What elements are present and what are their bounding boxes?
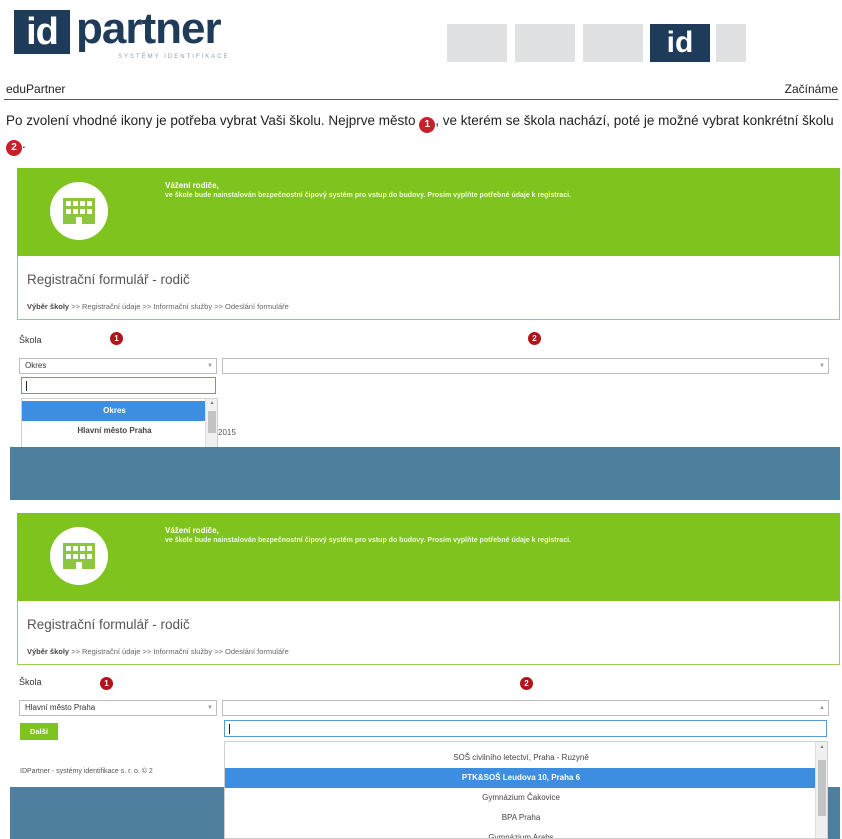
header-tile bbox=[716, 24, 746, 62]
header-tile bbox=[447, 24, 507, 62]
school-dropdown-list: SOŠ civilního letectví, Praha - Ruzyně PT… bbox=[224, 741, 828, 839]
okres-search-input[interactable] bbox=[21, 377, 216, 394]
logo-subtitle: SYSTÉMY IDENTIFIKACE bbox=[118, 54, 230, 60]
text-cursor bbox=[26, 381, 27, 391]
dropdown-option[interactable]: SOŠ civilního letectví, Praha - Ruzyně bbox=[225, 748, 817, 768]
footer-copyright: IDPartner - systémy identifikace s. r. o… bbox=[20, 768, 153, 775]
step-1-marker: 1 bbox=[419, 117, 436, 133]
dropdown-option[interactable]: Gymnázium Čakovice bbox=[225, 788, 817, 808]
skola-label: Škola bbox=[19, 677, 42, 687]
banner-message: ve škole bude nainstalován bezpečnostní … bbox=[165, 192, 571, 199]
school-options: SOŠ civilního letectví, Praha - Ruzyně PT… bbox=[225, 742, 817, 838]
school-building-icon bbox=[50, 182, 108, 240]
school-select[interactable]: ▼ bbox=[222, 358, 829, 374]
scroll-up-icon[interactable]: ▲ bbox=[206, 400, 217, 406]
current-step: Výběr školy bbox=[27, 302, 70, 311]
form-steps-breadcrumb: Výběr školy >> Registrační údaje >> Info… bbox=[27, 302, 289, 311]
current-step: Výběr školy bbox=[27, 647, 70, 656]
okres-select-value: Okres bbox=[25, 361, 47, 370]
document-header-right: Začínáme bbox=[784, 82, 838, 96]
okres-select[interactable]: Okres ▼ bbox=[19, 358, 217, 374]
document-header-left: eduPartner bbox=[6, 82, 66, 96]
scrollbar-thumb[interactable] bbox=[818, 760, 826, 816]
banner-message: ve škole bude nainstalován bezpečnostní … bbox=[165, 537, 571, 544]
dropdown-option[interactable]: Okres bbox=[22, 401, 207, 421]
okres-select-value: Hlavní město Praha bbox=[25, 703, 96, 712]
chevron-up-icon: ▲ bbox=[819, 705, 825, 711]
chevron-down-icon: ▼ bbox=[819, 363, 825, 369]
form-header-box: Registrační formulář - rodič Výběr školy… bbox=[17, 601, 840, 665]
dropdown-option[interactable]: BPA Praha bbox=[225, 808, 817, 828]
header-divider bbox=[4, 99, 838, 100]
logo-wordmark: partner bbox=[76, 4, 222, 53]
header-tile bbox=[515, 24, 575, 62]
intro-text: Po zvolení vhodné ikony je potřeba vybra… bbox=[6, 113, 420, 128]
intro-text: . bbox=[22, 136, 26, 151]
chevron-down-icon: ▼ bbox=[207, 705, 213, 711]
scroll-up-icon[interactable]: ▲ bbox=[816, 744, 827, 750]
form-title: Registrační formulář - rodič bbox=[27, 272, 190, 287]
logo-id-mark: id bbox=[14, 10, 70, 54]
banner-greeting: Vážení rodiče, bbox=[165, 181, 219, 190]
remaining-steps: >> Registrační údaje >> Informační služb… bbox=[69, 302, 289, 311]
scrollbar-thumb[interactable] bbox=[208, 411, 216, 433]
screenshot-panel-2: Vážení rodiče, ve škole bude nainstalová… bbox=[10, 513, 840, 839]
banner-greeting: Vážení rodiče, bbox=[165, 526, 219, 535]
text-cursor bbox=[229, 724, 230, 734]
dropdown-scrollbar[interactable]: ▲ bbox=[815, 742, 827, 838]
intro-paragraph: Po zvolení vhodné ikony je potřeba vybra… bbox=[6, 110, 836, 156]
school-select[interactable]: ▲ bbox=[222, 700, 829, 716]
okres-select[interactable]: Hlavní město Praha ▼ bbox=[19, 700, 217, 716]
step-2-badge: 2 bbox=[528, 332, 541, 345]
header-id-tile: id bbox=[650, 24, 710, 62]
school-building-icon bbox=[50, 527, 108, 585]
skola-label: Škola bbox=[19, 335, 42, 345]
welcome-banner: Vážení rodiče, ve škole bude nainstalová… bbox=[17, 168, 840, 256]
step-2-badge: 2 bbox=[520, 677, 533, 690]
next-button[interactable]: Další bbox=[20, 723, 58, 740]
screenshot-panel-1: Vážení rodiče, ve škole bude nainstalová… bbox=[10, 168, 840, 500]
form-header-box: Registrační formulář - rodič Výběr školy… bbox=[17, 256, 840, 320]
dropdown-option[interactable]: PTK&SOŠ Leudova 10, Praha 6 bbox=[225, 768, 817, 788]
form-title: Registrační formulář - rodič bbox=[27, 617, 190, 632]
welcome-banner: Vážení rodiče, ve škole bude nainstalová… bbox=[17, 513, 840, 601]
footer-text-fragment: 2015 bbox=[218, 428, 236, 437]
footer-band bbox=[10, 447, 840, 500]
intro-text: , ve kterém se škola nachází, poté je mo… bbox=[435, 113, 834, 128]
header-tile bbox=[583, 24, 643, 62]
dropdown-option[interactable]: Gymnázium Arabs bbox=[225, 828, 817, 838]
step-2-marker: 2 bbox=[6, 140, 22, 156]
step-1-badge: 1 bbox=[100, 677, 113, 690]
form-steps-breadcrumb: Výběr školy >> Registrační údaje >> Info… bbox=[27, 647, 289, 656]
remaining-steps: >> Registrační údaje >> Informační služb… bbox=[69, 647, 289, 656]
chevron-down-icon: ▼ bbox=[207, 363, 213, 369]
dropdown-option[interactable]: Hlavní město Praha bbox=[22, 421, 207, 441]
school-search-input[interactable] bbox=[224, 720, 827, 737]
step-1-badge: 1 bbox=[110, 332, 123, 345]
